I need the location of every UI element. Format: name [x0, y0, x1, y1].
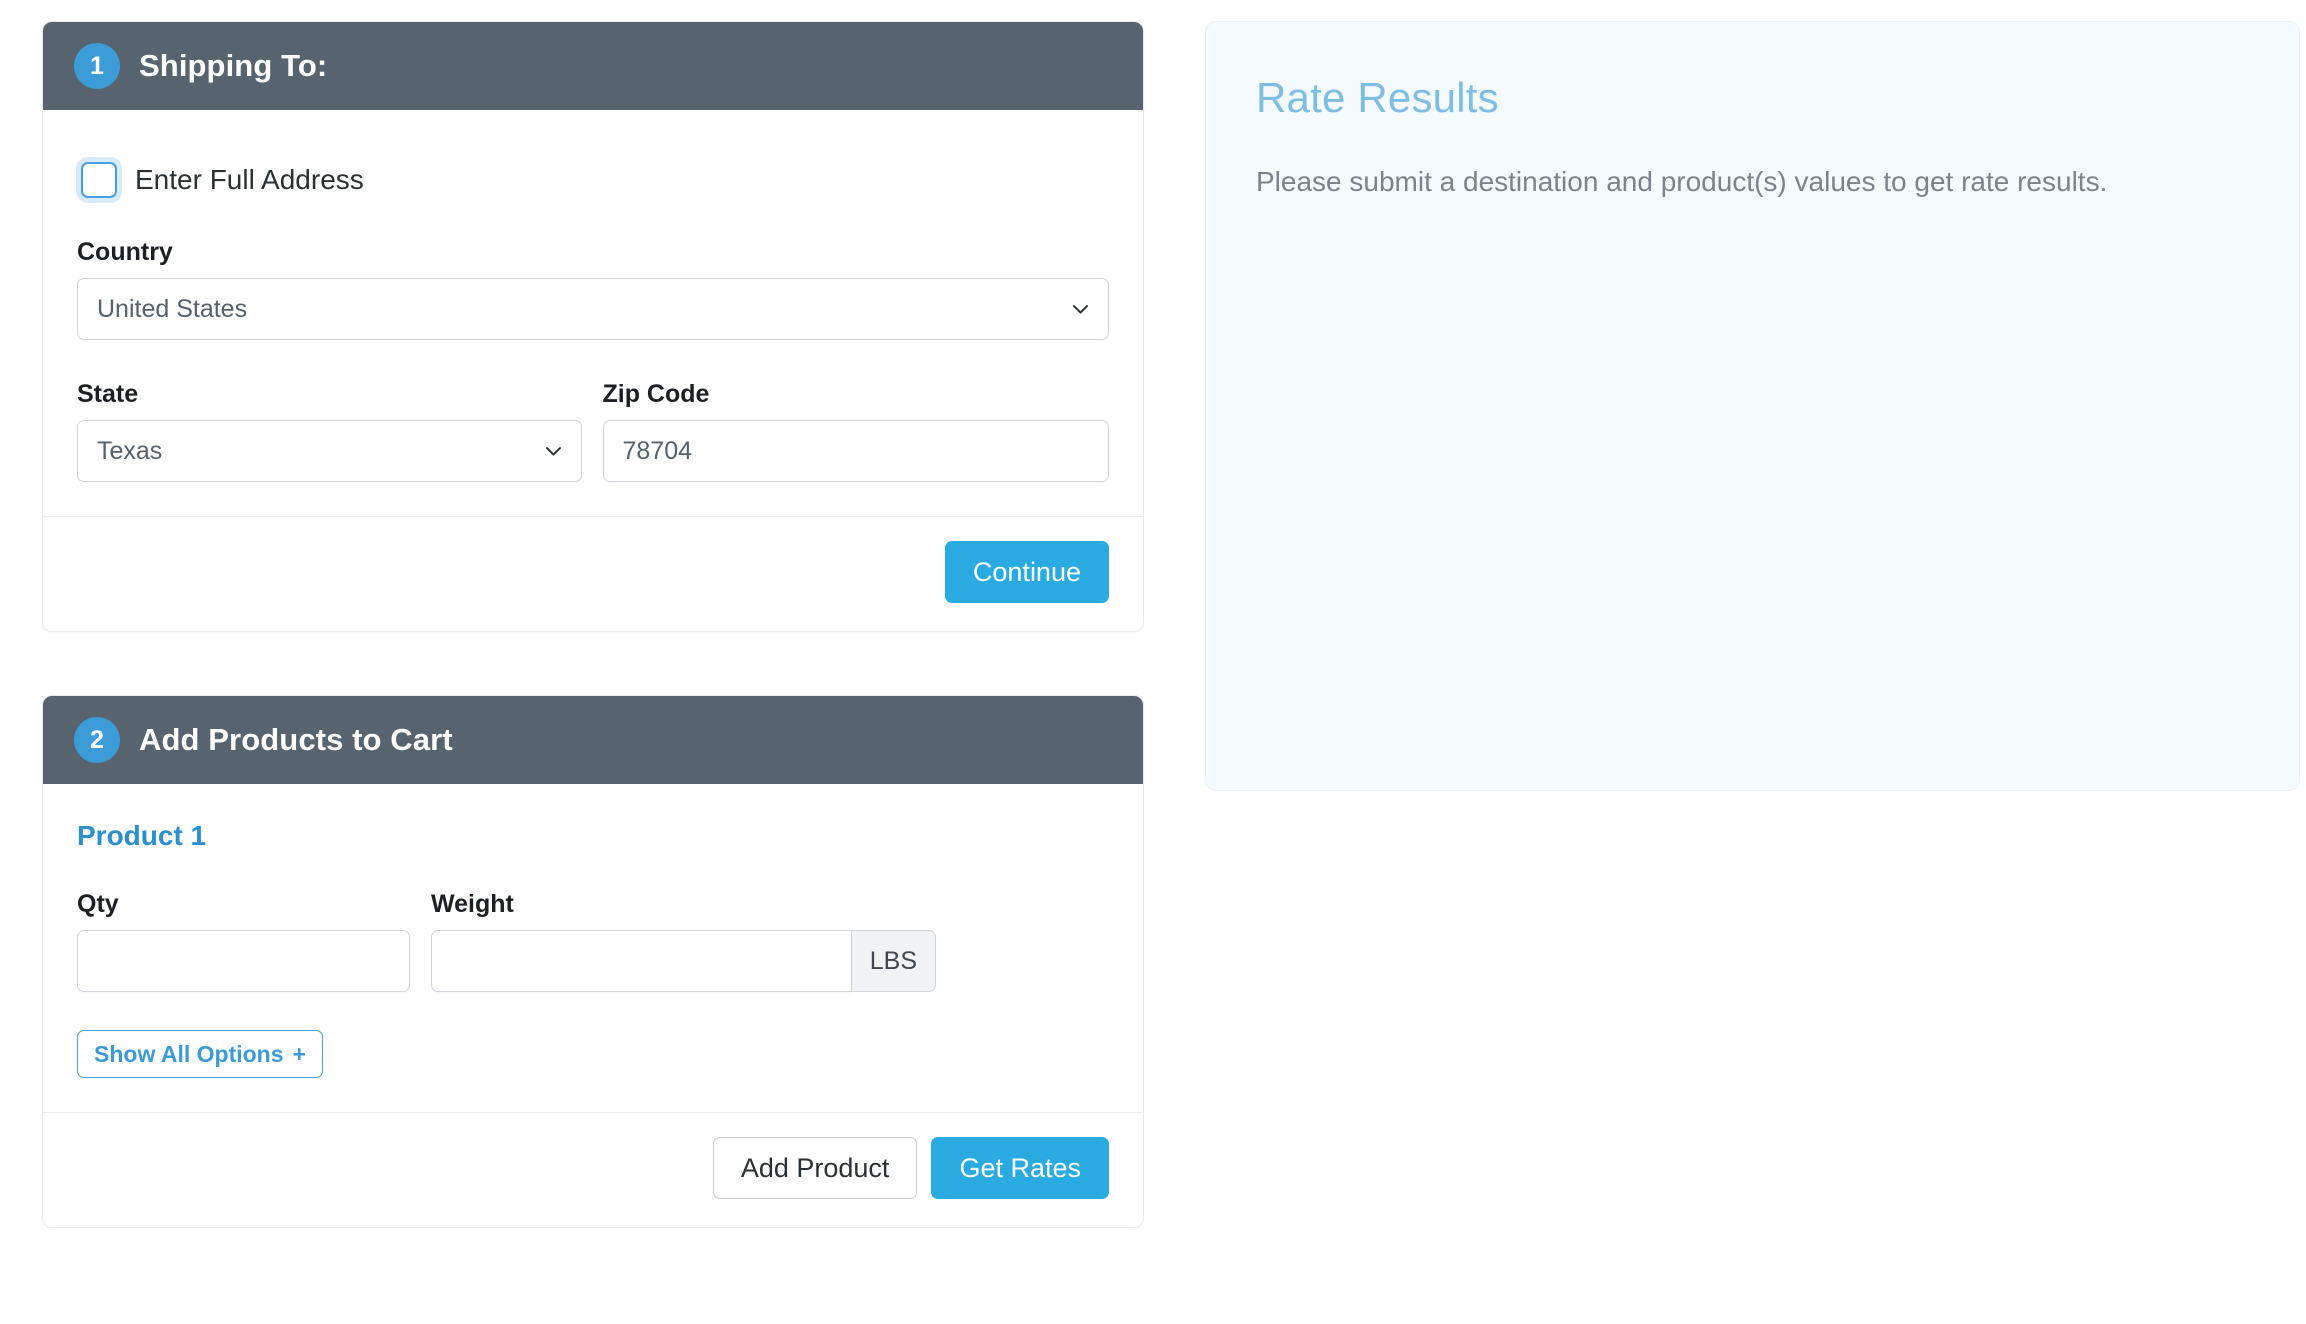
show-all-options-label: Show All Options — [94, 1040, 284, 1067]
chevron-down-icon — [544, 442, 563, 461]
step-badge-2: 2 — [74, 717, 120, 763]
get-rates-button[interactable]: Get Rates — [931, 1137, 1109, 1199]
qty-field: Qty — [77, 890, 410, 992]
add-products-footer: Add Product Get Rates — [43, 1112, 1143, 1227]
product-1-title: Product 1 — [77, 820, 207, 851]
qty-label: Qty — [77, 890, 119, 918]
step-badge-1: 1 — [74, 43, 120, 89]
rate-results-panel: Rate Results Please submit a destination… — [1205, 21, 2300, 791]
state-field: State Texas — [77, 380, 582, 482]
state-label: State — [77, 380, 139, 408]
country-label: Country — [77, 238, 173, 266]
plus-icon: + — [292, 1040, 306, 1067]
shipping-to-title: Shipping To: — [139, 48, 328, 83]
weight-label: Weight — [431, 890, 514, 918]
add-products-card-header: 2 Add Products to Cart — [43, 696, 1143, 784]
shipping-to-footer: Continue — [43, 516, 1143, 631]
continue-button[interactable]: Continue — [944, 541, 1109, 603]
country-select-value: United States — [97, 294, 248, 323]
show-all-options-wrap: Show All Options + — [77, 1030, 1109, 1078]
zip-code-value: 78704 — [622, 436, 693, 465]
weight-unit-addon: LBS — [851, 930, 936, 992]
weight-field: Weight LBS — [431, 890, 936, 992]
country-select[interactable]: United States — [77, 278, 1109, 340]
add-product-button[interactable]: Add Product — [712, 1137, 918, 1199]
qty-input[interactable] — [77, 930, 410, 992]
product-1-fields-row: Qty Weight LBS — [77, 890, 1109, 992]
weight-input-group: LBS — [431, 930, 936, 992]
shipping-to-card: 1 Shipping To: Enter Full Address Countr… — [42, 21, 1144, 632]
add-products-title: Add Products to Cart — [139, 722, 453, 757]
country-field: Country United States — [77, 238, 1109, 340]
enter-full-address-row[interactable]: Enter Full Address — [81, 162, 1109, 198]
rate-results-message: Please submit a destination and product(… — [1256, 166, 2108, 197]
show-all-options-button[interactable]: Show All Options + — [77, 1030, 323, 1078]
zip-field: Zip Code 78704 — [602, 380, 1109, 482]
forms-column: 1 Shipping To: Enter Full Address Countr… — [42, 21, 1144, 1228]
shipping-to-card-header: 1 Shipping To: — [43, 22, 1143, 110]
add-products-body: Product 1 Qty Weight LBS Show All Option… — [43, 784, 1143, 1112]
weight-input[interactable] — [431, 930, 852, 992]
shipping-to-body: Enter Full Address Country United States — [43, 110, 1143, 516]
shipping-rate-calculator-page: 1 Shipping To: Enter Full Address Countr… — [0, 0, 2306, 1324]
enter-full-address-label: Enter Full Address — [135, 164, 364, 195]
state-select[interactable]: Texas — [77, 420, 582, 482]
rate-results-title: Rate Results — [1256, 74, 1499, 121]
enter-full-address-checkbox[interactable] — [81, 162, 117, 198]
add-products-card: 2 Add Products to Cart Product 1 Qty Wei… — [42, 695, 1144, 1228]
state-zip-row: State Texas Zip Code 78704 — [77, 380, 1109, 482]
zip-code-label: Zip Code — [602, 380, 710, 408]
zip-code-input[interactable]: 78704 — [602, 420, 1109, 482]
chevron-down-icon — [1071, 300, 1090, 319]
state-select-value: Texas — [97, 436, 163, 465]
